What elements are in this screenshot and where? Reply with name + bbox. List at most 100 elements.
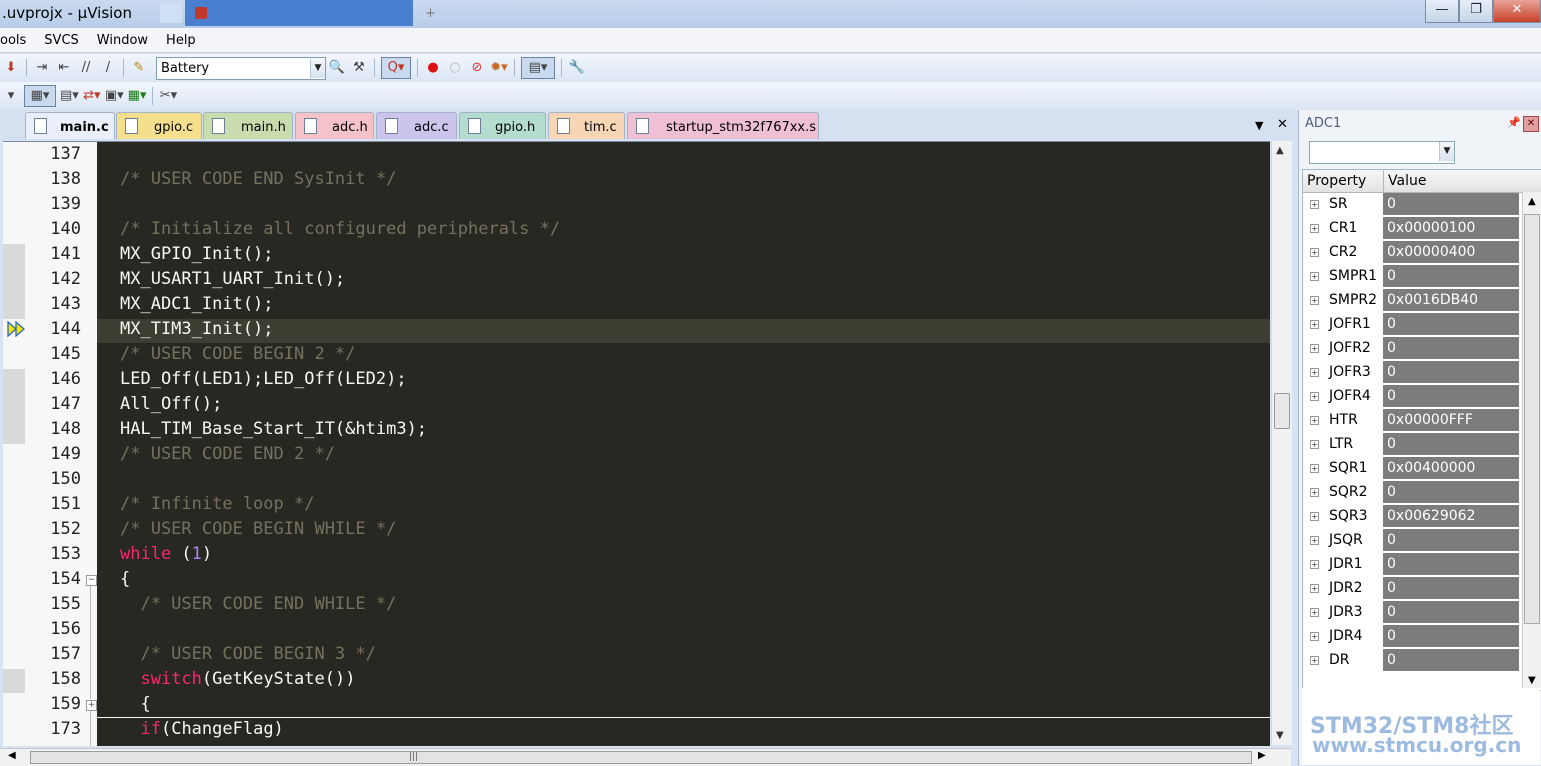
register-value[interactable]: 0x00000100	[1383, 217, 1519, 240]
expand-icon[interactable]: +	[1310, 392, 1319, 401]
register-value[interactable]: 0x0016DB40	[1383, 289, 1519, 312]
code-editor[interactable]: − + 137 138 /* USER CODE END SysInit */ 139…	[3, 141, 1270, 746]
register-row[interactable]: + JOFR1 0	[1303, 313, 1521, 337]
download-icon[interactable]: ⬇	[2, 58, 20, 78]
code-line[interactable]: /* USER CODE BEGIN 2 */	[120, 344, 355, 364]
expand-icon[interactable]: +	[1310, 200, 1319, 209]
register-row[interactable]: + CR1 0x00000100	[1303, 217, 1521, 241]
scrollbar-thumb[interactable]: |||	[30, 751, 1252, 764]
minimize-button[interactable]: —	[1425, 0, 1459, 23]
code-line[interactable]: while (1)	[120, 544, 212, 564]
register-value[interactable]: 0x00000FFF	[1383, 409, 1519, 432]
tools-icon[interactable]: ✂▾	[159, 86, 177, 106]
expand-icon[interactable]: +	[1310, 656, 1319, 665]
register-row[interactable]: + JDR3 0	[1303, 601, 1521, 625]
code-line[interactable]: /* Initialize all configured peripherals…	[120, 219, 560, 239]
tab-gpio-c[interactable]: gpio.c	[116, 112, 202, 139]
code-line[interactable]: /* USER CODE END SysInit */	[120, 169, 396, 189]
tab-tim-c[interactable]: tim.c	[548, 112, 625, 139]
wrench-icon[interactable]: 🔧	[568, 58, 586, 78]
editor-horizontal-scrollbar[interactable]: ◀ ||| ▶	[0, 748, 1291, 766]
code-line[interactable]: {	[120, 569, 130, 589]
panel-close-icon[interactable]: ✕	[1523, 116, 1539, 132]
chevron-down-icon[interactable]: ▾	[2, 86, 20, 106]
code-line[interactable]: MX_TIM3_Init();	[120, 319, 274, 339]
register-value[interactable]: 0	[1383, 433, 1519, 456]
register-value[interactable]: 0	[1383, 385, 1519, 408]
register-row[interactable]: + DR 0	[1303, 649, 1521, 673]
editor-vertical-scrollbar[interactable]: ▲ ▼	[1271, 141, 1292, 745]
column-header-property[interactable]: Property	[1307, 173, 1366, 189]
register-value[interactable]: 0	[1383, 313, 1519, 336]
code-line[interactable]: HAL_TIM_Base_Start_IT(&htim3);	[120, 419, 427, 439]
comment-icon[interactable]: //	[77, 58, 95, 78]
code-line[interactable]: MX_GPIO_Init();	[120, 244, 274, 264]
find-in-files-icon[interactable]: 🔍	[328, 58, 346, 78]
tab-main-c[interactable]: main.c	[25, 112, 115, 139]
register-value[interactable]: 0	[1383, 265, 1519, 288]
column-header-value[interactable]: Value	[1388, 173, 1426, 189]
chevron-down-icon[interactable]: ▼	[1439, 142, 1454, 161]
tab-adc-h[interactable]: adc.h	[295, 112, 374, 139]
expand-icon[interactable]: +	[1310, 416, 1319, 425]
register-row[interactable]: + JDR4 0	[1303, 625, 1521, 649]
expand-icon[interactable]: +	[1310, 488, 1319, 497]
register-row[interactable]: + JSQR 0	[1303, 529, 1521, 553]
uncomment-icon[interactable]: /	[99, 58, 117, 78]
register-value[interactable]: 0	[1383, 337, 1519, 360]
register-value[interactable]: 0x00000400	[1383, 241, 1519, 264]
close-tab-icon[interactable]: ✕	[1277, 117, 1288, 132]
register-value[interactable]: 0	[1383, 529, 1519, 552]
scroll-down-icon[interactable]: ▼	[1528, 675, 1536, 686]
expand-icon[interactable]: +	[1310, 536, 1319, 545]
code-line[interactable]: LED_Off(LED1);LED_Off(LED2);	[120, 369, 407, 389]
command-window-icon[interactable]: ▦▾	[24, 85, 56, 107]
serial-window-icon[interactable]: ▣▾	[105, 86, 124, 106]
pin-icon[interactable]: 📌	[1507, 116, 1521, 129]
watch-window-icon[interactable]: ▤▾	[60, 86, 79, 106]
code-line[interactable]: MX_ADC1_Init();	[120, 294, 274, 314]
menu-help[interactable]: Help	[157, 33, 205, 48]
column-divider[interactable]	[1383, 170, 1384, 192]
background-tab-active[interactable]	[185, 0, 413, 26]
register-value[interactable]: 0x00629062	[1383, 505, 1519, 528]
new-tab-icon[interactable]: +	[425, 6, 436, 21]
tab-gpio-h[interactable]: gpio.h	[459, 112, 546, 139]
register-row[interactable]: + JOFR3 0	[1303, 361, 1521, 385]
code-line[interactable]: MX_USART1_UART_Init();	[120, 269, 345, 289]
scroll-up-icon[interactable]: ▲	[1528, 196, 1536, 207]
background-tab[interactable]	[160, 3, 182, 23]
expand-icon[interactable]: +	[1310, 368, 1319, 377]
register-row[interactable]: + JOFR4 0	[1303, 385, 1521, 409]
expand-icon[interactable]: +	[1310, 464, 1319, 473]
expand-icon[interactable]: +	[1310, 248, 1319, 257]
unindent-icon[interactable]: ⇤	[55, 58, 73, 78]
tab-adc-c[interactable]: adc.c	[376, 112, 457, 139]
tab-main-h[interactable]: main.h	[203, 112, 293, 139]
register-row[interactable]: + JDR2 0	[1303, 577, 1521, 601]
register-row[interactable]: + JDR1 0	[1303, 553, 1521, 577]
register-row[interactable]: + SQR3 0x00629062	[1303, 505, 1521, 529]
code-line[interactable]: if(ChangeFlag)	[120, 719, 283, 739]
register-row[interactable]: + SQR1 0x00400000	[1303, 457, 1521, 481]
expand-icon[interactable]: +	[1310, 296, 1319, 305]
expand-icon[interactable]: +	[1310, 512, 1319, 521]
fold-expand-icon[interactable]: +	[86, 700, 97, 711]
code-line[interactable]: All_Off();	[120, 394, 222, 414]
scrollbar-thumb[interactable]	[1274, 393, 1290, 429]
debug-config-icon[interactable]: ⚒	[350, 58, 368, 78]
register-row[interactable]: + CR2 0x00000400	[1303, 241, 1521, 265]
register-value[interactable]: 0	[1383, 553, 1519, 576]
kill-breakpoints-icon[interactable]: ✹▾	[490, 58, 508, 78]
code-line[interactable]: /* USER CODE END WHILE */	[120, 594, 396, 614]
expand-icon[interactable]: +	[1310, 272, 1319, 281]
grid-scrollbar[interactable]: ▲ ▼	[1522, 192, 1541, 688]
chevron-down-icon[interactable]: ▼	[310, 58, 325, 78]
scroll-right-icon[interactable]: ▶	[1258, 750, 1266, 761]
register-value[interactable]: 0	[1383, 481, 1519, 504]
window-layout-icon[interactable]: ▤▾	[521, 57, 555, 79]
register-row[interactable]: + HTR 0x00000FFF	[1303, 409, 1521, 433]
code-line[interactable]: {	[120, 694, 150, 714]
expand-icon[interactable]: +	[1310, 560, 1319, 569]
register-value[interactable]: 0	[1383, 649, 1519, 672]
